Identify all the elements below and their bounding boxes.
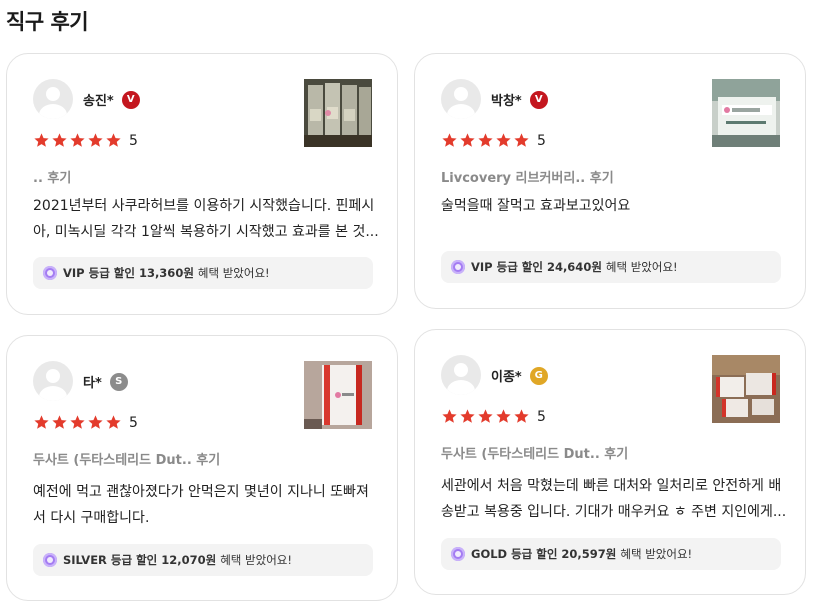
- avatar: [441, 79, 481, 119]
- review-photo[interactable]: [712, 355, 780, 423]
- product-name[interactable]: 두사트 (두타스테리드 Dut.. 후기: [33, 449, 220, 468]
- coin-icon: [43, 553, 57, 567]
- review-photo[interactable]: [304, 79, 372, 147]
- review-card[interactable]: 이종* G 5 두사트 (두타스테리드 Dut.. 후기 세관에서 처음 막혔는…: [414, 329, 806, 595]
- rating-score: 5: [129, 132, 138, 149]
- review-text-line: 아, 미녹시딜 각각 1알씩 복용하기 시작했고 효과를 본 것...: [33, 224, 379, 240]
- benefit-suffix: 혜택 받았어요!: [197, 266, 270, 280]
- rating-score: 5: [129, 414, 138, 431]
- star-icon: [496, 133, 511, 147]
- review-text-line: 서 다시 구매합니다.: [33, 510, 150, 526]
- review-text[interactable]: 예전에 먹고 괜찮아졌다가 안먹은지 몇년이 지나니 또빠져 서 다시 구매합니…: [33, 479, 379, 531]
- review-card[interactable]: 송진* V 5 .. 후기 2021년부터 사쿠라허브를 이용하기 시작했습니다…: [6, 53, 398, 315]
- star-icon: [478, 409, 493, 423]
- grade-badge-vip: V: [121, 90, 140, 109]
- reviewer: 송진* V: [83, 90, 140, 109]
- coin-icon: [451, 260, 465, 274]
- reviewer-name: 이종*: [491, 370, 522, 385]
- rating-score: 5: [537, 408, 546, 425]
- grade-badge-silver: S: [109, 372, 128, 391]
- reviewer: 타* S: [83, 372, 128, 391]
- page-title: 직구 후기: [6, 10, 89, 34]
- star-icon: [70, 415, 85, 429]
- reviewer-name: 송진*: [83, 94, 114, 109]
- star-rating: 5: [33, 132, 138, 149]
- review-text-line: 예전에 먹고 괜찮아졌다가 안먹은지 몇년이 지나니 또빠져: [33, 484, 369, 500]
- grade-discount: VIP 등급 할인 13,360원: [63, 266, 194, 280]
- star-icon: [88, 133, 103, 147]
- product-name[interactable]: Livcovery 리브커버리.. 후기: [441, 167, 614, 186]
- star-icon: [460, 409, 475, 423]
- avatar: [33, 361, 73, 401]
- star-icon: [442, 133, 457, 147]
- review-text-line: 송받고 복용중 입니다. 기대가 매우커요 ㅎ 주변 지인에게...: [441, 504, 787, 520]
- star-icon: [442, 409, 457, 423]
- star-icon: [514, 409, 529, 423]
- review-photo[interactable]: [712, 79, 780, 147]
- benefit-banner: VIP 등급 할인 24,640원 혜택 받았어요!: [441, 251, 781, 283]
- benefit-banner: GOLD 등급 할인 20,597원 혜택 받았어요!: [441, 538, 781, 570]
- review-text-line: 술먹을때 잘먹고 효과보고있어요: [441, 198, 631, 214]
- review-text-line: 세관에서 처음 막혔는데 빠른 대처와 일처리로 안전하게 배: [441, 478, 782, 494]
- reviewer-name: 타*: [83, 376, 102, 391]
- review-text[interactable]: 2021년부터 사쿠라허브를 이용하기 시작했습니다. 핀페시 아, 미녹시딜 …: [33, 193, 379, 245]
- star-icon: [70, 133, 85, 147]
- star-icon: [52, 133, 67, 147]
- star-icon: [106, 133, 121, 147]
- rating-score: 5: [537, 132, 546, 149]
- review-text-line: 2021년부터 사쿠라허브를 이용하기 시작했습니다. 핀페시: [33, 198, 375, 214]
- star-rating: 5: [441, 408, 546, 425]
- review-card[interactable]: 타* S 5 두사트 (두타스테리드 Dut.. 후기 예전에 먹고 괜찮아졌다…: [6, 335, 398, 601]
- grade-badge-gold: G: [529, 366, 548, 385]
- benefit-suffix: 혜택 받았어요!: [620, 547, 693, 561]
- review-text[interactable]: 세관에서 처음 막혔는데 빠른 대처와 일처리로 안전하게 배 송받고 복용중 …: [441, 473, 787, 525]
- grade-discount: SILVER 등급 할인 12,070원: [63, 553, 217, 567]
- benefit-banner: VIP 등급 할인 13,360원 혜택 받았어요!: [33, 257, 373, 289]
- product-name[interactable]: .. 후기: [33, 167, 71, 186]
- grade-discount: VIP 등급 할인 24,640원: [471, 260, 602, 274]
- review-text[interactable]: 술먹을때 잘먹고 효과보고있어요: [441, 193, 787, 219]
- star-rating: 5: [33, 414, 138, 431]
- coin-icon: [43, 266, 57, 280]
- grade-discount: GOLD 등급 할인 20,597원: [471, 547, 617, 561]
- reviewer: 박창* V: [491, 90, 548, 109]
- star-icon: [52, 415, 67, 429]
- star-icon: [106, 415, 121, 429]
- coin-icon: [451, 547, 465, 561]
- star-icon: [88, 415, 103, 429]
- star-icon: [460, 133, 475, 147]
- star-icon: [34, 133, 49, 147]
- star-icon: [34, 415, 49, 429]
- reviewer: 이종* G: [491, 366, 548, 385]
- benefit-banner: SILVER 등급 할인 12,070원 혜택 받았어요!: [33, 544, 373, 576]
- star-rating: 5: [441, 132, 546, 149]
- grade-badge-vip: V: [529, 90, 548, 109]
- review-card[interactable]: 박창* V 5 Livcovery 리브커버리.. 후기 술먹을때 잘먹고 효과…: [414, 53, 806, 309]
- benefit-suffix: 혜택 받았어요!: [605, 260, 678, 274]
- benefit-suffix: 혜택 받았어요!: [220, 553, 292, 567]
- star-icon: [514, 133, 529, 147]
- review-photo[interactable]: [304, 361, 372, 429]
- star-icon: [478, 133, 493, 147]
- reviewer-name: 박창*: [491, 94, 522, 109]
- avatar: [441, 355, 481, 395]
- product-name[interactable]: 두사트 (두타스테리드 Dut.. 후기: [441, 443, 628, 462]
- avatar: [33, 79, 73, 119]
- star-icon: [496, 409, 511, 423]
